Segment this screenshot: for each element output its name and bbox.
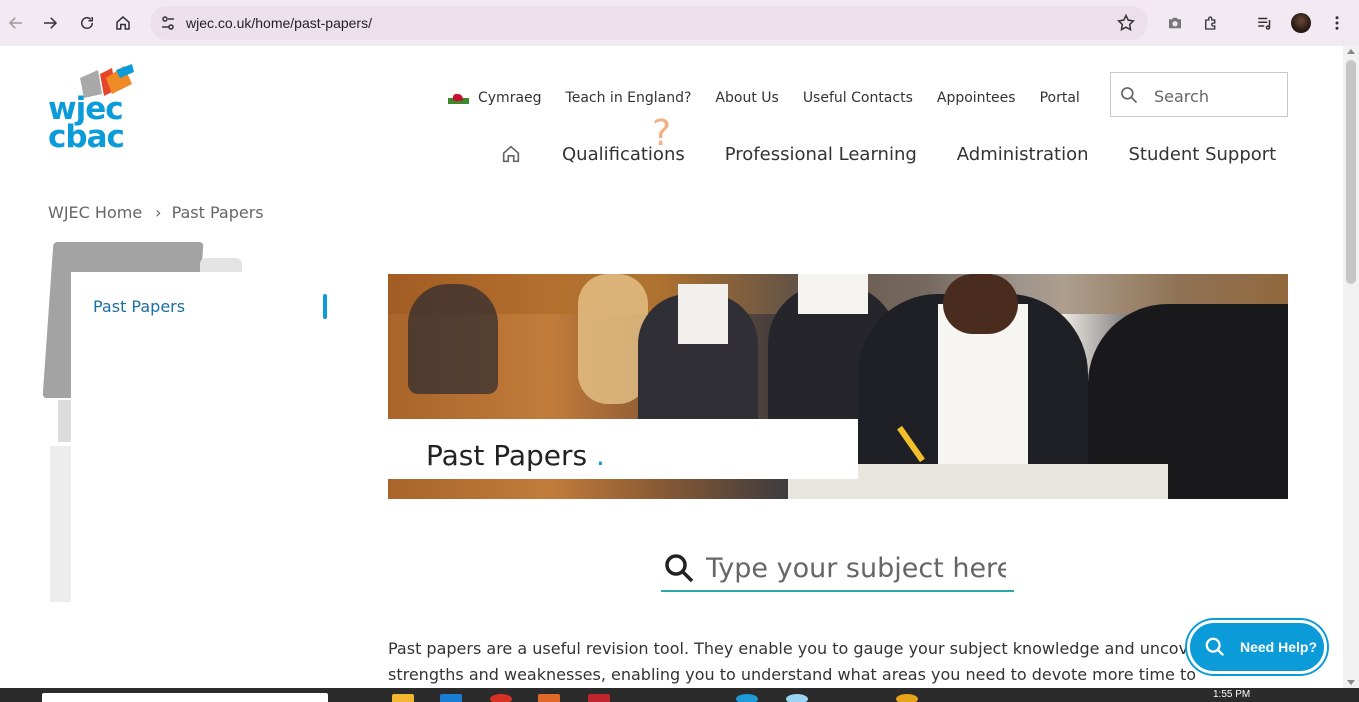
breadcrumb-home-link[interactable]: WJEC Home [48,203,142,222]
breadcrumb: WJEC Home › Past Papers [48,203,264,222]
site-info-icon[interactable] [160,15,176,31]
taskbar-app-icon[interactable] [896,694,918,702]
taskbar-app-icon[interactable] [440,694,462,702]
language-label: Cymraeg [478,90,542,106]
profile-avatar[interactable] [1291,13,1311,33]
taskbar-app-icon[interactable] [538,694,560,702]
taskbar-app-icon[interactable] [588,694,610,702]
arrow-left-icon [8,17,22,29]
more-vertical-icon [1335,16,1339,30]
portal-link[interactable]: Portal [1040,90,1080,106]
nav-student-support[interactable]: Student Support [1129,144,1277,165]
url-text: wjec.co.uk/home/past-papers/ [186,15,372,31]
folder-decoration [50,446,72,602]
useful-contacts-link[interactable]: Useful Contacts [803,90,913,106]
teach-in-england-link[interactable]: Teach in England? [566,90,692,106]
home-icon [116,16,130,30]
chevron-right-icon: › [155,203,162,222]
nav-administration[interactable]: Administration [957,144,1089,165]
taskbar-app-icon[interactable] [786,694,808,702]
hero-banner: Past Papers . [388,274,1288,499]
sidebar-item-past-papers[interactable]: Past Papers [93,297,185,316]
taskbar-clock: 1:55 PM [1213,689,1251,700]
bookmark-star-icon[interactable] [1116,13,1136,33]
search-icon[interactable] [1119,85,1139,105]
home-icon [502,145,520,163]
need-help-label: Need Help? [1240,639,1318,655]
utility-nav: Cymraeg Teach in England? About Us Usefu… [448,88,1104,108]
subject-search [661,546,1014,592]
wales-flag-icon [448,92,469,104]
search-icon[interactable] [663,552,695,584]
page-title: Past Papers . [426,439,605,472]
browser-menu-button[interactable] [1326,12,1348,34]
about-us-link[interactable]: About Us [715,90,778,106]
title-accent-dot: . [596,439,605,472]
playlist-icon [1258,17,1271,30]
back-button[interactable] [4,11,28,35]
taskbar-app-icon[interactable] [736,694,758,702]
media-control-button[interactable] [1254,12,1276,34]
page-scrollbar[interactable] [1343,46,1359,688]
taskbar-search[interactable] [42,693,328,702]
need-help-button[interactable]: Need Help? [1187,620,1327,674]
web-page: wjec cbac Cymraeg Teach in England? Abou… [0,46,1343,688]
chrome-icon[interactable] [490,694,512,702]
search-icon [1205,637,1225,657]
hero-title-card: Past Papers . [388,419,858,479]
scroll-up-arrow-icon[interactable] [1347,49,1355,54]
scroll-down-arrow-icon[interactable] [1347,680,1355,685]
active-marker [323,294,327,319]
subject-search-input[interactable] [706,550,1006,586]
arrow-right-icon [44,17,58,29]
sidebar-nav: Past Papers [71,272,338,612]
os-taskbar: 1:55 PM [0,688,1359,702]
page-title-text: Past Papers [426,439,588,472]
language-link[interactable]: Cymraeg [448,90,542,106]
intro-paragraph: Past papers are a useful revision tool. … [388,639,1205,684]
scroll-thumb[interactable] [1346,60,1356,284]
home-nav-link[interactable] [500,143,522,165]
logo-text-cbac: cbac [48,119,125,155]
wjec-logo[interactable]: wjec cbac [46,64,136,156]
extensions-button[interactable] [1200,12,1222,34]
puzzle-icon [1205,16,1216,30]
reload-icon [81,17,93,29]
nav-professional-learning[interactable]: Professional Learning [725,144,917,165]
address-bar[interactable]: wjec.co.uk/home/past-papers/ [150,6,1148,40]
main-nav: Qualifications Professional Learning Adm… [500,142,1276,166]
screenshot-extension[interactable] [1164,12,1186,34]
browser-toolbar: wjec.co.uk/home/past-papers/ [0,0,1359,46]
file-explorer-icon[interactable] [392,694,414,702]
forward-button[interactable] [38,11,62,35]
camera-icon [1169,17,1181,29]
decorative-question-mark: ? [652,113,672,154]
appointees-link[interactable]: Appointees [937,90,1016,106]
breadcrumb-current: Past Papers [171,203,264,222]
search-input[interactable] [1154,85,1279,107]
home-button[interactable] [111,11,135,35]
site-search [1110,72,1288,117]
reload-button[interactable] [75,11,99,35]
